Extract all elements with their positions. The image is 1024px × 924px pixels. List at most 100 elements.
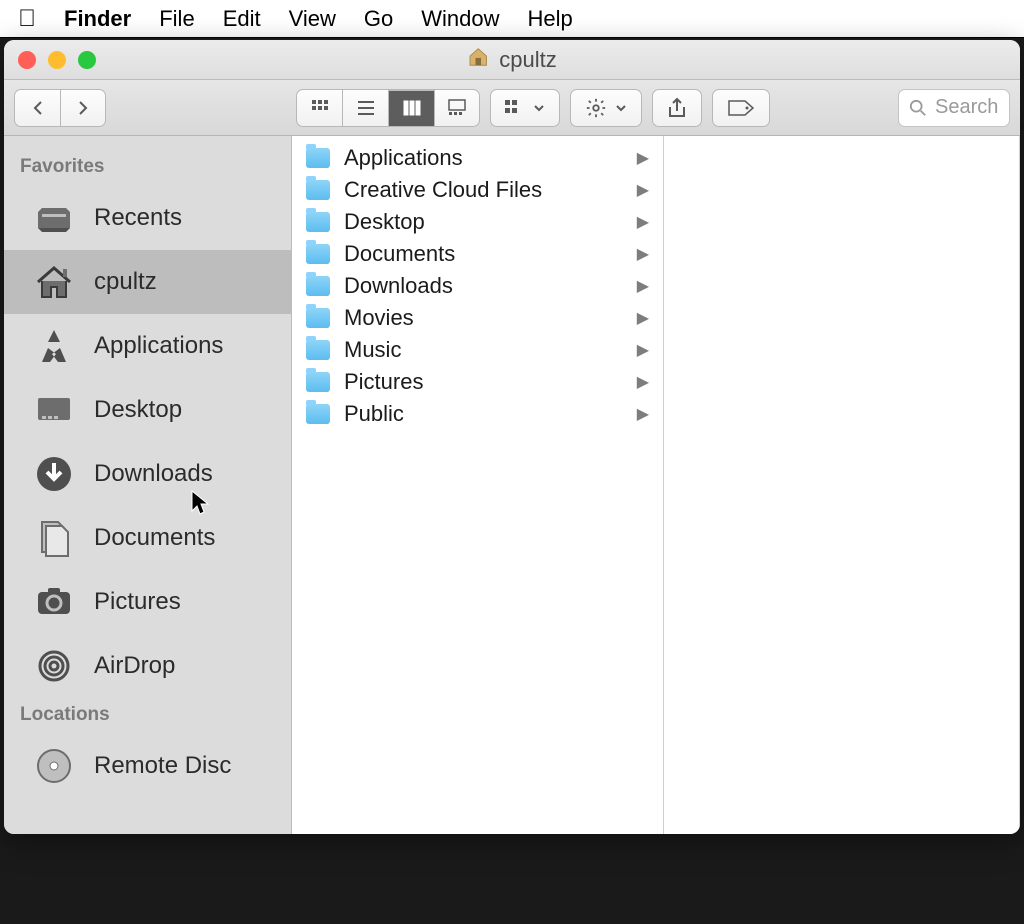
menu-view[interactable]: View	[289, 6, 336, 32]
applications-icon	[32, 324, 76, 368]
sidebar-item-remote-disc[interactable]: Remote Disc	[4, 734, 291, 798]
folder-icon	[306, 404, 330, 424]
home-icon	[32, 260, 76, 304]
airdrop-icon	[32, 644, 76, 688]
menu-help[interactable]: Help	[528, 6, 573, 32]
sidebar: Favorites Recents cpultz Applications De…	[4, 136, 292, 834]
folder-row-desktop[interactable]: Desktop ▶	[292, 206, 663, 238]
folder-label: Movies	[344, 305, 414, 331]
close-button[interactable]	[18, 51, 36, 69]
folder-row-downloads[interactable]: Downloads ▶	[292, 270, 663, 302]
apple-menu-icon[interactable]: 	[18, 5, 36, 33]
sidebar-item-airdrop[interactable]: AirDrop	[4, 634, 291, 698]
chevron-right-icon: ▶	[637, 340, 649, 360]
folder-row-creative-cloud[interactable]: Creative Cloud Files ▶	[292, 174, 663, 206]
folder-label: Applications	[344, 145, 463, 171]
search-icon	[909, 99, 927, 117]
sidebar-header-favorites: Favorites	[4, 150, 291, 186]
folder-icon	[306, 340, 330, 360]
column-2[interactable]	[664, 136, 1020, 834]
menu-window[interactable]: Window	[421, 6, 499, 32]
folder-label: Documents	[344, 241, 455, 267]
share-icon	[667, 97, 687, 119]
nav-buttons	[14, 89, 106, 127]
folder-label: Downloads	[344, 273, 453, 299]
search-placeholder: Search	[935, 96, 998, 119]
sidebar-item-label: AirDrop	[94, 652, 175, 680]
back-button[interactable]	[14, 89, 60, 127]
recents-icon	[32, 196, 76, 240]
folder-icon	[306, 212, 330, 232]
home-icon	[467, 46, 489, 74]
chevron-down-icon	[533, 102, 545, 114]
folder-row-movies[interactable]: Movies ▶	[292, 302, 663, 334]
sidebar-item-home[interactable]: cpultz	[4, 250, 291, 314]
window-title-text: cpultz	[499, 47, 556, 73]
share-button[interactable]	[652, 89, 702, 127]
window-title: cpultz	[467, 46, 556, 74]
chevron-right-icon: ▶	[637, 244, 649, 264]
pictures-icon	[32, 580, 76, 624]
desktop-icon	[32, 388, 76, 432]
finder-window: cpultz Sear	[4, 40, 1020, 834]
folder-icon	[306, 308, 330, 328]
tag-icon	[727, 99, 755, 117]
minimize-button[interactable]	[48, 51, 66, 69]
sidebar-item-label: Remote Disc	[94, 752, 231, 780]
window-body: Favorites Recents cpultz Applications De…	[4, 136, 1020, 834]
folder-row-music[interactable]: Music▶	[292, 334, 663, 366]
chevron-right-icon: ▶	[637, 180, 649, 200]
chevron-down-icon	[615, 102, 627, 114]
view-columns-button[interactable]	[388, 89, 434, 127]
folder-icon	[306, 276, 330, 296]
zoom-button[interactable]	[78, 51, 96, 69]
sidebar-item-label: Recents	[94, 204, 182, 232]
chevron-right-icon: ▶	[637, 404, 649, 424]
folder-icon	[306, 372, 330, 392]
column-1[interactable]: Applications ▶ Creative Cloud Files ▶ Desk…	[292, 136, 664, 834]
view-icons-button[interactable]	[296, 89, 342, 127]
sidebar-item-label: Desktop	[94, 396, 182, 424]
menu-app[interactable]: Finder	[64, 6, 131, 32]
search-field[interactable]: Search	[898, 89, 1010, 127]
folder-row-documents[interactable]: Documents ▶	[292, 238, 663, 270]
folder-label: Desktop	[344, 209, 425, 235]
view-list-button[interactable]	[342, 89, 388, 127]
disc-icon	[32, 744, 76, 788]
sidebar-item-label: cpultz	[94, 268, 157, 296]
menu-file[interactable]: File	[159, 6, 194, 32]
sidebar-item-pictures[interactable]: Pictures	[4, 570, 291, 634]
view-gallery-button[interactable]	[434, 89, 480, 127]
action-button[interactable]	[570, 89, 642, 127]
sidebar-item-desktop[interactable]: Desktop	[4, 378, 291, 442]
sidebar-item-recents[interactable]: Recents	[4, 186, 291, 250]
folder-label: Public	[344, 401, 404, 427]
forward-button[interactable]	[60, 89, 106, 127]
chevron-right-icon: ▶	[637, 372, 649, 392]
sidebar-item-label: Applications	[94, 332, 223, 360]
sidebar-item-downloads[interactable]: Downloads	[4, 442, 291, 506]
sidebar-item-documents[interactable]: Documents	[4, 506, 291, 570]
sidebar-header-locations: Locations	[4, 698, 291, 734]
gear-icon	[585, 97, 607, 119]
folder-row-pictures[interactable]: Pictures ▶	[292, 366, 663, 398]
tags-button[interactable]	[712, 89, 770, 127]
group-by-button[interactable]	[490, 89, 560, 127]
chevron-right-icon: ▶	[637, 308, 649, 328]
documents-icon	[32, 516, 76, 560]
folder-icon	[306, 148, 330, 168]
menu-go[interactable]: Go	[364, 6, 393, 32]
folder-row-public[interactable]: Public ▶	[292, 398, 663, 430]
folder-label: Creative Cloud Files	[344, 177, 542, 203]
chevron-right-icon: ▶	[637, 148, 649, 168]
titlebar[interactable]: cpultz	[4, 40, 1020, 80]
folder-icon	[306, 244, 330, 264]
sidebar-item-label: Downloads	[94, 460, 213, 488]
chevron-right-icon: ▶	[637, 212, 649, 232]
chevron-right-icon: ▶	[637, 276, 649, 296]
menu-edit[interactable]: Edit	[223, 6, 261, 32]
folder-icon	[306, 180, 330, 200]
folder-row-applications[interactable]: Applications ▶	[292, 142, 663, 174]
sidebar-item-applications[interactable]: Applications	[4, 314, 291, 378]
folder-label: Pictures	[344, 369, 423, 395]
